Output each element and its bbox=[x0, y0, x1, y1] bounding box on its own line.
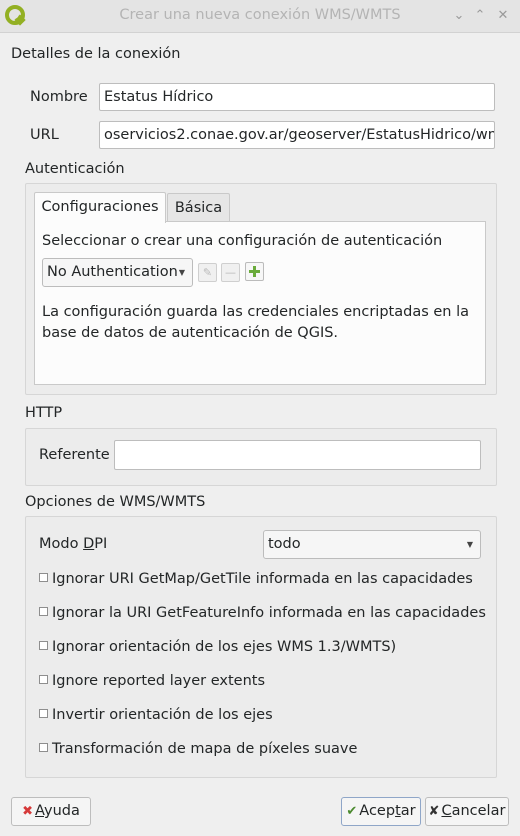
smooth-pixmap-transform-checkbox[interactable]: Transformación de mapa de píxeles suave bbox=[39, 741, 357, 757]
chevron-down-icon: ▼ bbox=[466, 540, 473, 549]
auth-config-select-value: No Authentication bbox=[47, 264, 178, 280]
tab-configuraciones[interactable]: Configuraciones bbox=[34, 192, 166, 223]
ignore-getmap-uri-checkbox[interactable]: Ignorar URI GetMap/GetTile informada en … bbox=[39, 571, 473, 587]
checkbox-box[interactable] bbox=[39, 743, 48, 752]
help-button[interactable]: ✖ Ayuda bbox=[11, 797, 91, 826]
checkbox-box[interactable] bbox=[39, 641, 48, 650]
ignore-axis-orientation-checkbox[interactable]: Ignorar orientación de los ejes WMS 1.3/… bbox=[39, 639, 396, 655]
wms-options-heading: Opciones de WMS/WMTS bbox=[25, 494, 206, 510]
cancel-button[interactable]: ✘ Cancelar bbox=[425, 797, 509, 826]
dpi-mode-select[interactable]: todo ▼ bbox=[263, 530, 481, 559]
minus-icon: — bbox=[225, 266, 236, 279]
invert-axis-orientation-checkbox[interactable]: Invertir orientación de los ejes bbox=[39, 707, 273, 723]
dpi-mode-label: Modo DPI bbox=[39, 536, 108, 552]
checkbox-label: Ignore reported layer extents bbox=[52, 673, 266, 689]
checkbox-label: Ignorar orientación de los ejes WMS 1.3/… bbox=[52, 639, 397, 655]
authentication-heading: Autenticación bbox=[25, 161, 125, 177]
window-titlebar[interactable]: Crear una nueva conexión WMS/WMTS ⌄ ⌃ ✕ bbox=[0, 0, 520, 33]
referer-label: Referente bbox=[39, 447, 110, 463]
close-icon[interactable]: ✕ bbox=[495, 8, 511, 24]
help-lifebuoy-icon: ✖ bbox=[22, 804, 34, 819]
checkbox-label: Ignorar la URI GetFeatureInfo informada … bbox=[52, 605, 486, 621]
add-plus-icon bbox=[249, 266, 260, 277]
add-config-button[interactable] bbox=[245, 262, 264, 281]
connection-details-heading: Detalles de la conexión bbox=[11, 46, 181, 62]
checkbox-box[interactable] bbox=[39, 607, 48, 616]
ignore-layer-extents-checkbox[interactable]: Ignore reported layer extents bbox=[39, 673, 265, 689]
chevron-down-icon: ▼ bbox=[178, 268, 185, 277]
tab-basica[interactable]: Básica bbox=[167, 193, 230, 222]
http-heading: HTTP bbox=[25, 405, 63, 421]
auth-info-line-1: La configuración guarda las credenciales… bbox=[42, 304, 469, 320]
checkbox-box[interactable] bbox=[39, 573, 48, 582]
name-label: Nombre bbox=[30, 89, 88, 105]
name-input[interactable]: Estatus Hídrico bbox=[99, 83, 495, 111]
ignore-getfeatureinfo-uri-checkbox[interactable]: Ignorar la URI GetFeatureInfo informada … bbox=[39, 605, 486, 621]
checkbox-label: Invertir orientación de los ejes bbox=[52, 707, 273, 723]
checkbox-label: Transformación de mapa de píxeles suave bbox=[52, 741, 358, 757]
cancel-x-icon: ✘ bbox=[428, 804, 440, 819]
minimize-icon[interactable]: ⌄ bbox=[451, 8, 467, 24]
pencil-icon: ✎ bbox=[202, 266, 213, 279]
remove-config-button[interactable]: — bbox=[221, 263, 240, 282]
url-label: URL bbox=[30, 127, 59, 143]
window-title: Crear una nueva conexión WMS/WMTS bbox=[119, 7, 401, 23]
maximize-icon[interactable]: ⌃ bbox=[472, 8, 488, 24]
edit-config-button[interactable]: ✎ bbox=[198, 263, 217, 282]
dpi-mode-select-value: todo bbox=[268, 536, 301, 552]
checkbox-box[interactable] bbox=[39, 675, 48, 684]
checkbox-box[interactable] bbox=[39, 709, 48, 718]
checkbox-label: Ignorar URI GetMap/GetTile informada en … bbox=[52, 571, 473, 587]
checkmark-icon: ✔ bbox=[346, 804, 358, 819]
url-input[interactable]: oservicios2.conae.gov.ar/geoserver/Estat… bbox=[99, 121, 495, 149]
auth-info-line-2: base de datos de autenticación de QGIS. bbox=[42, 325, 339, 341]
accept-button[interactable]: ✔ Aceptar bbox=[341, 797, 421, 826]
referer-input[interactable] bbox=[114, 440, 481, 470]
auth-config-select[interactable]: No Authentication ▼ bbox=[42, 258, 193, 287]
auth-select-prompt: Seleccionar o crear una configuración de… bbox=[42, 233, 443, 249]
